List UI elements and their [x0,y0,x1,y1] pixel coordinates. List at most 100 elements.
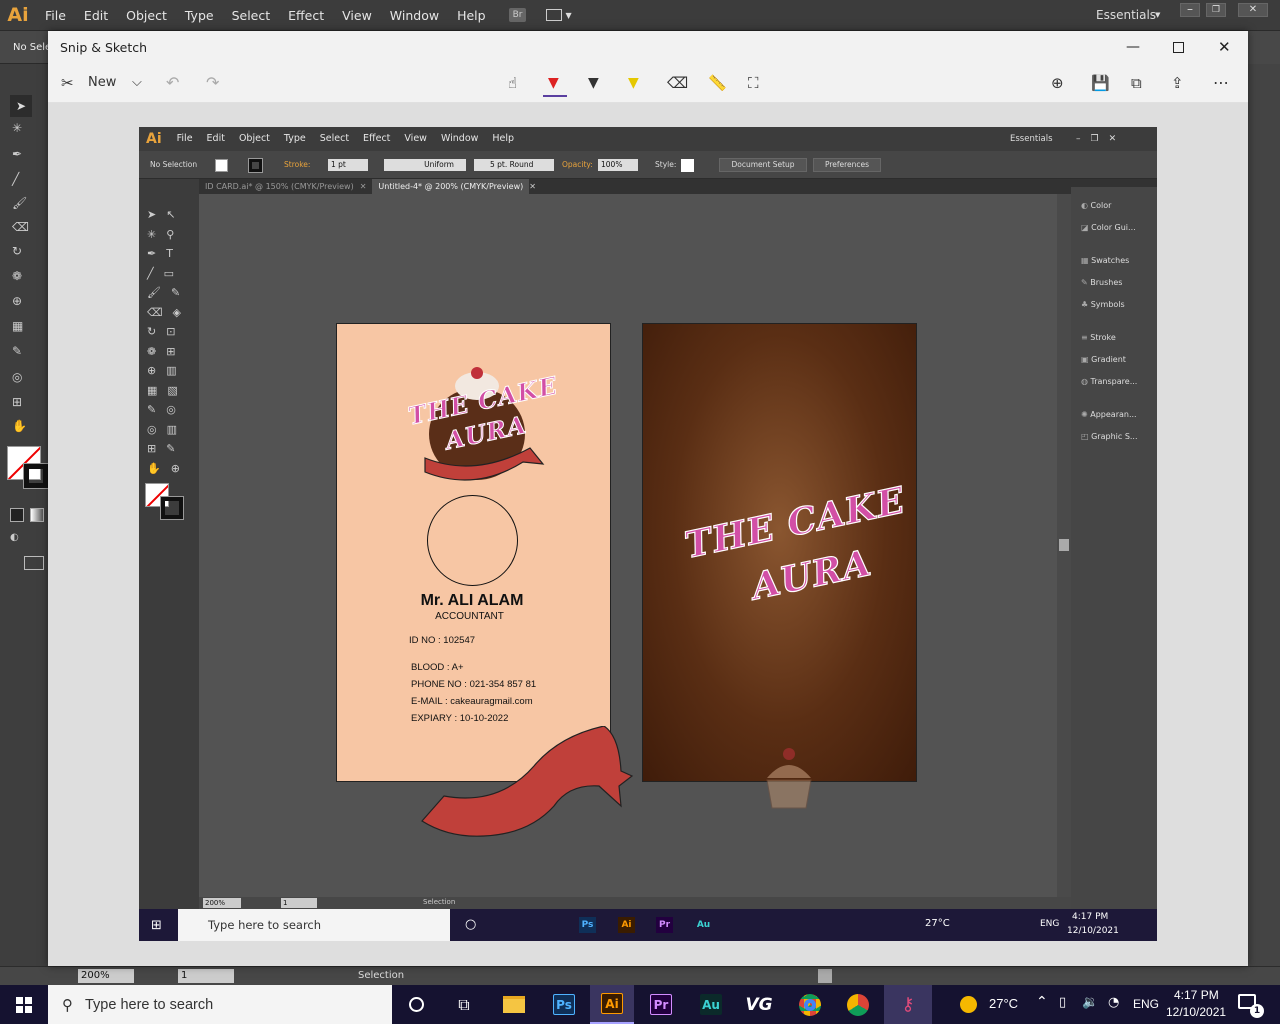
inner-tab-close-icon-2[interactable]: ✕ [529,182,536,191]
menu-effect[interactable]: Effect [279,0,333,31]
start-button[interactable] [0,985,48,1024]
pen-tool-icon[interactable]: ✒ [12,147,22,161]
highlighter-icon[interactable]: ▼ [628,75,639,91]
inner-lang[interactable]: ENG [1040,919,1059,929]
eraser-tool-icon[interactable]: ⌫ [12,220,29,234]
stroke-swatch[interactable] [23,463,49,489]
inner-page-field[interactable]: 1 [281,898,317,908]
clock-date[interactable]: 12/10/2021 [1166,1005,1226,1019]
inner-time[interactable]: 4:17 PM [1072,912,1108,922]
panel-color-guide[interactable]: ◪ Color Gui... [1081,223,1136,232]
file-explorer-icon[interactable] [498,985,530,1024]
magic-wand-icon[interactable]: ✳ [12,121,22,135]
share-icon[interactable]: ⇪ [1171,74,1184,92]
panel-gradient[interactable]: ▣ Gradient [1081,355,1126,364]
touch-writing-icon[interactable]: ☝ [508,74,517,92]
id-card-front[interactable]: THE CAKE AURA Mr. ALI ALAM ACCOUNTANT ID… [336,323,611,782]
inner-workspace[interactable]: Essentials [1010,134,1053,144]
hand-tool-icon[interactable]: ✋ [12,419,27,433]
panel-swatches[interactable]: ▦ Swatches [1081,256,1129,265]
zoom-field[interactable]: 200% [78,969,134,983]
task-view-icon[interactable]: ⧉ [448,985,480,1024]
menu-type[interactable]: Type [176,0,223,31]
snip-minimize-button[interactable]: — [1126,39,1140,55]
undo-icon[interactable]: ↶ [166,73,179,92]
inner-style-swatch[interactable] [681,159,694,172]
save-icon[interactable]: 💾 [1091,74,1110,92]
inner-brush-field[interactable]: 5 pt. Round [474,159,554,171]
redo-icon[interactable]: ↷ [206,73,219,92]
new-dropdown-chevron-icon[interactable]: ⌵ [132,75,142,90]
new-button[interactable]: New [88,75,116,90]
eyedropper-icon[interactable]: ✎ [12,344,22,358]
device-icon[interactable]: ▯ [1059,995,1066,1010]
menu-edit[interactable]: Edit [75,0,117,31]
artboard-tool-icon[interactable]: ⊞ [12,395,22,409]
audition-icon[interactable]: Au [695,985,727,1024]
zoom-in-icon[interactable]: ⊕ [1051,74,1064,92]
copy-icon[interactable]: ⧉ [1131,74,1142,92]
inner-weather[interactable]: 27°C [925,918,950,929]
snip-close-button[interactable]: ✕ [1218,38,1231,56]
inner-date[interactable]: 12/10/2021 [1067,926,1119,936]
shape-builder-icon[interactable]: ⊕ [12,294,22,308]
ribbon-shape[interactable] [419,726,639,846]
inner-doc-setup-button[interactable]: Document Setup [719,158,807,172]
symbol-sprayer-icon[interactable]: ◎ [12,370,22,384]
panel-appearance[interactable]: ✺ Appearan... [1081,410,1137,419]
arrange-docs-icon[interactable] [546,9,563,21]
inner-menu-select[interactable]: Select [313,127,356,151]
inner-tab-close-icon[interactable]: ✕ [360,182,367,191]
premiere-icon[interactable]: Pr [645,985,677,1024]
mesh-tool-icon[interactable]: ▦ [12,319,23,333]
menu-object[interactable]: Object [117,0,176,31]
inner-stroke-weight[interactable]: 1 pt [328,159,368,171]
inner-opacity-field[interactable]: 100% [598,159,638,171]
ruler-icon[interactable]: 📏 [708,74,727,92]
chrome-profile-icon[interactable] [842,985,874,1024]
ballpoint-pen-icon[interactable]: ▼ [548,75,559,91]
inner-preferences-button[interactable]: Preferences [813,158,881,172]
inner-search-box[interactable]: Type here to search [178,909,450,941]
snip-maximize-button[interactable] [1173,41,1184,53]
panel-graphic-styles[interactable]: ◰ Graphic S... [1081,432,1138,441]
panel-transparency[interactable]: ◍ Transpare... [1081,377,1137,386]
minimize-button[interactable]: – [1180,3,1200,17]
inner-profile-field[interactable]: Uniform [384,159,466,171]
panel-stroke[interactable]: ≡ Stroke [1081,333,1116,342]
chevron-up-icon[interactable]: ⌃ [1036,994,1048,1010]
crop-icon[interactable]: ⛶ [748,74,759,92]
inner-stroke-swatch[interactable] [248,158,263,173]
inner-tab-idcard[interactable]: ID CARD.ai* @ 150% (CMYK/Preview) [199,182,360,191]
inner-win-controls[interactable]: –❐✕ [1076,134,1126,144]
inner-pr-icon[interactable]: Pr [656,917,673,933]
id-card-back[interactable]: THE CAKE AURA [642,323,917,782]
wifi-icon[interactable]: ◔ [1108,995,1119,1010]
search-box[interactable]: ⚲ Type here to search [48,985,392,1024]
new-snip-icon[interactable]: ✂ [61,74,74,92]
weather-temp[interactable]: 27°C [989,996,1018,1011]
bridge-button[interactable]: Br [508,8,527,22]
inner-menu-help[interactable]: Help [485,127,521,151]
cortana-icon[interactable] [400,985,432,1024]
inner-ai-icon[interactable]: Ai [618,917,635,933]
eraser-icon[interactable]: ⌫ [667,74,688,92]
more-options-icon[interactable]: ⋯ [1213,73,1229,92]
line-tool-icon[interactable]: ╱ [12,172,19,186]
inner-menu-effect[interactable]: Effect [356,127,397,151]
v-scroll-thumb[interactable] [1059,539,1069,551]
panel-symbols[interactable]: ♣ Symbols [1081,300,1125,309]
inner-fill-swatch[interactable] [215,159,228,172]
chrome-icon[interactable] [794,985,826,1024]
inner-tab-untitled[interactable]: Untitled-4* @ 200% (CMYK/Preview) [372,179,530,194]
menu-help[interactable]: Help [448,0,495,31]
screen-mode-icon[interactable] [24,556,44,570]
weather-sun-icon[interactable] [957,985,979,1024]
page-field[interactable]: 1 [178,969,234,983]
inner-taskview-icon[interactable]: ○ [465,917,476,932]
color-mode-icon[interactable] [10,508,24,522]
vg-app-icon[interactable]: VG [742,985,776,1024]
volume-icon[interactable]: 🔉 [1082,995,1098,1010]
tuning-app-icon[interactable]: ⚷ [884,985,932,1024]
clock-time[interactable]: 4:17 PM [1174,988,1219,1002]
